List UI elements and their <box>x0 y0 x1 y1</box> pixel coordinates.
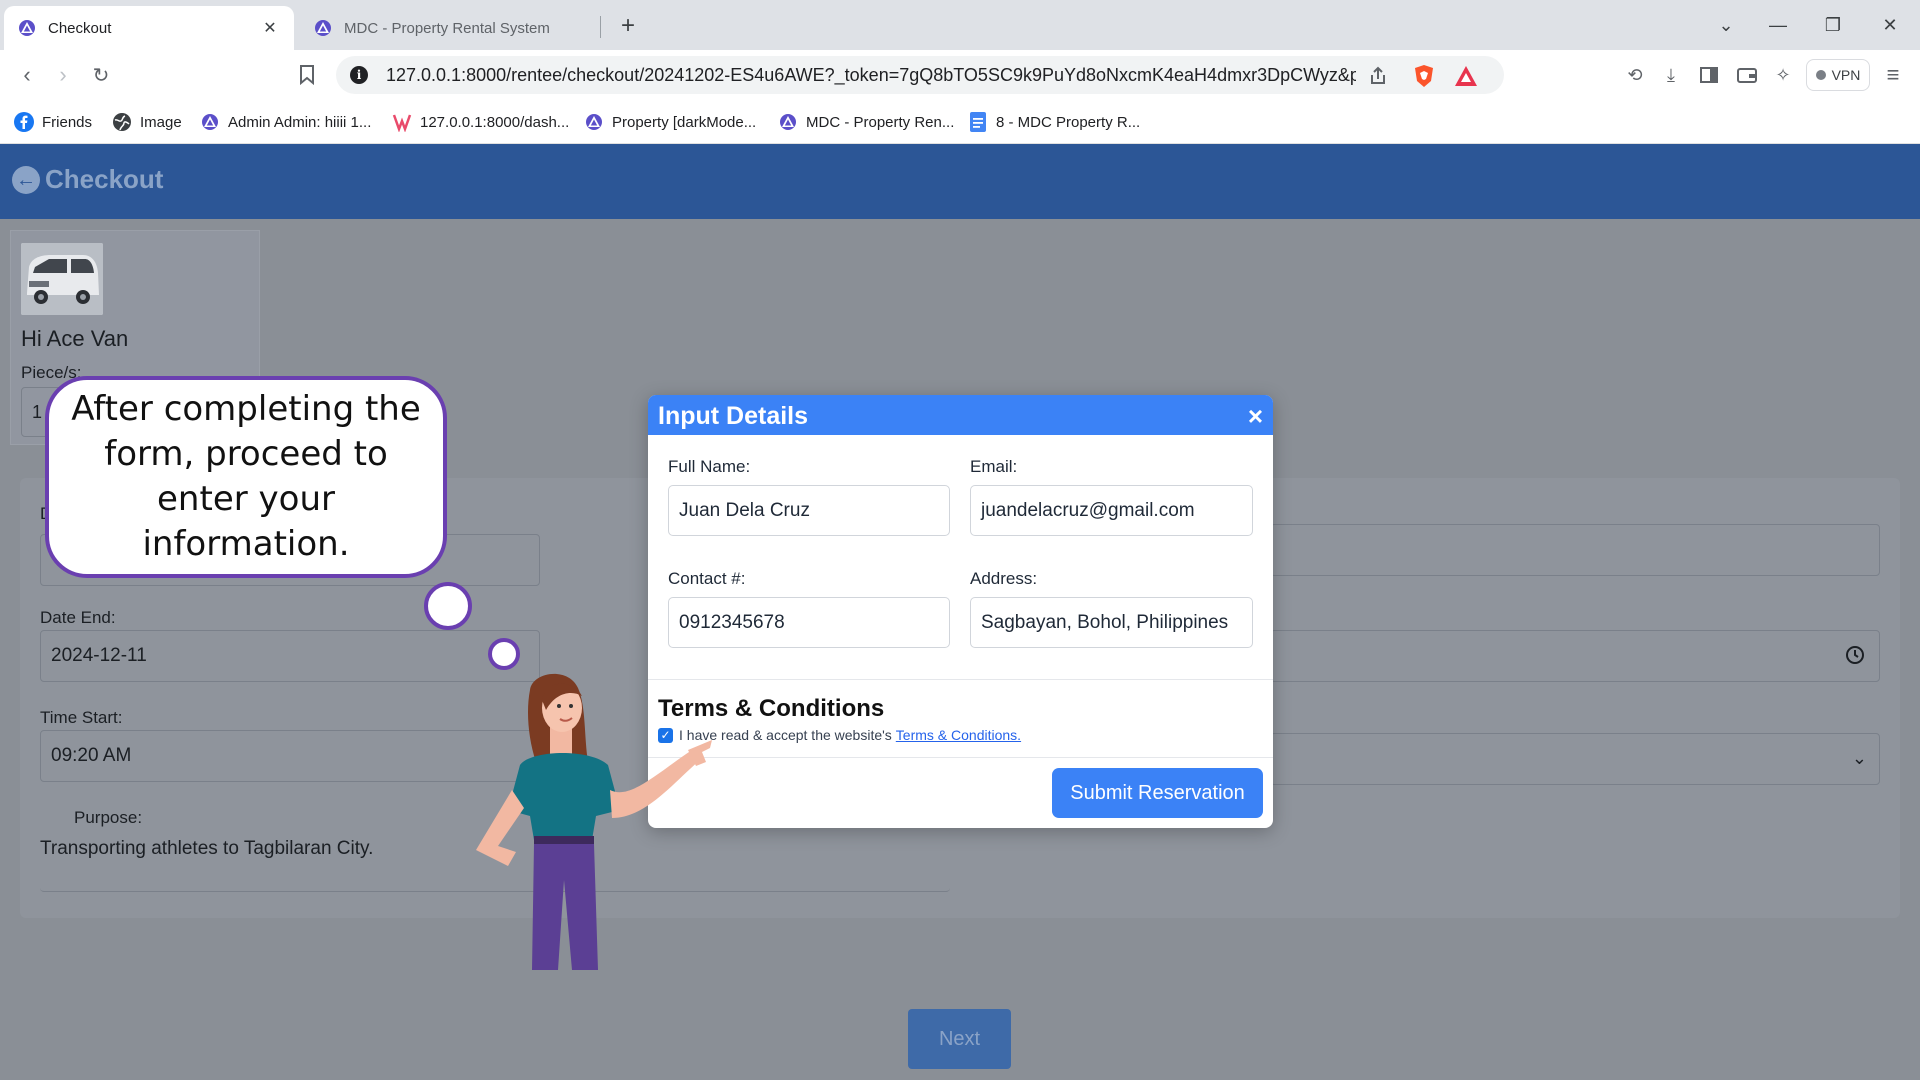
address-bar[interactable]: i 127.0.0.1:8000/rentee/checkout/2024120… <box>336 56 1504 94</box>
facebook-icon <box>14 112 34 132</box>
time-end-input[interactable] <box>1270 630 1880 682</box>
bookmark-property-darkmode[interactable]: Property [darkMode... <box>584 110 756 134</box>
input-details-modal: Input Details × Full Name: Juan Dela Cru… <box>648 395 1273 828</box>
full-name-label: Full Name: <box>668 457 751 476</box>
tab-mdc-property[interactable]: MDC - Property Rental System <box>300 6 600 50</box>
address-input[interactable]: Sagbayan, Bohol, Philippines <box>970 597 1253 648</box>
page-header: ← Checkout <box>0 144 1920 219</box>
bookmark-label: 8 - MDC Property R... <box>996 113 1141 131</box>
url-text[interactable]: 127.0.0.1:8000/rentee/checkout/20241202-… <box>386 65 1356 86</box>
vpn-label: VPN <box>1831 67 1861 83</box>
new-tab-plus-icon[interactable]: + <box>612 10 644 42</box>
close-icon[interactable]: × <box>1248 401 1263 432</box>
chevron-down-icon: ⌄ <box>1851 748 1867 768</box>
back-icon[interactable]: ‹ <box>12 60 42 90</box>
restore-icon[interactable]: ❐ <box>1815 8 1851 42</box>
mdc-logo-icon <box>584 112 604 132</box>
bookmark-label: Image <box>140 113 182 131</box>
select-field[interactable]: ⌄ <box>1270 733 1880 785</box>
brave-shield-icon[interactable] <box>1412 64 1436 88</box>
contact-label: Contact #: <box>668 569 746 588</box>
bookmark-friends[interactable]: Friends <box>14 110 92 134</box>
share-icon[interactable] <box>1366 64 1390 88</box>
browser-toolbar: ‹ › ↻ i 127.0.0.1:8000/rentee/checkout/2… <box>0 50 1920 100</box>
bookmark-label: Property [darkMode... <box>612 113 757 131</box>
page-title: Checkout <box>45 164 164 194</box>
contact-input[interactable]: 0912345678 <box>668 597 950 648</box>
time-start-label: Time Start: <box>40 708 123 727</box>
back-arrow-icon[interactable]: ← <box>12 166 40 194</box>
close-window-icon[interactable]: ✕ <box>1872 8 1908 42</box>
minimize-icon[interactable]: — <box>1760 8 1796 42</box>
brave-rewards-icon[interactable] <box>1454 64 1478 88</box>
bookmark-label: Admin Admin: hiiii 1... <box>228 113 372 131</box>
docs-icon <box>968 112 988 132</box>
right-field-1[interactable] <box>1270 524 1880 576</box>
wallet-icon[interactable] <box>1734 62 1760 88</box>
modal-divider <box>648 757 1273 758</box>
clock-icon[interactable] <box>1845 645 1865 670</box>
tutorial-character-illustration <box>476 673 712 970</box>
sidebar-icon[interactable] <box>1696 62 1722 88</box>
site-info-icon[interactable]: i <box>350 66 368 84</box>
vpn-status-dot-icon <box>1815 70 1826 80</box>
tab-checkout[interactable]: Checkout ✕ <box>4 6 294 50</box>
purpose-label: Purpose: <box>74 808 143 827</box>
modal-title: Input Details <box>658 402 809 430</box>
vpn-button[interactable]: VPN <box>1806 59 1870 91</box>
date-end-label: Date End: <box>40 608 116 627</box>
mdc-logo-icon <box>200 112 220 132</box>
browser-tab-bar: Checkout ✕ MDC - Property Rental System … <box>0 0 1920 50</box>
mdc-logo-icon <box>778 112 798 132</box>
address-label: Address: <box>970 569 1038 588</box>
bookmark-image[interactable]: Image <box>112 110 182 134</box>
full-name-input[interactable]: Juan Dela Cruz <box>668 485 950 536</box>
tab-search-chevron-icon[interactable]: ⌄ <box>1708 8 1744 42</box>
terms-link[interactable]: Terms & Conditions. <box>896 727 1021 743</box>
bookmark-dashboard[interactable]: 127.0.0.1:8000/dash... <box>392 110 569 134</box>
bookmark-label: Friends <box>42 113 93 131</box>
bookmark-logo-icon <box>392 112 412 132</box>
thought-dot-small <box>488 638 520 670</box>
download-icon[interactable]: ⤓ <box>1658 62 1684 88</box>
globe-icon <box>112 112 132 132</box>
reload-icon[interactable]: ↻ <box>86 60 116 90</box>
bookmark-page-icon[interactable] <box>292 60 322 90</box>
mdc-logo-icon <box>315 20 331 36</box>
modal-header: Input Details × <box>648 395 1273 435</box>
bookmark-mdc-property-rental[interactable]: MDC - Property Ren... <box>778 110 954 134</box>
tutorial-speech-bubble: After completing the form, proceed to en… <box>45 376 447 578</box>
menu-hamburger-icon[interactable]: ≡ <box>1880 62 1906 88</box>
modal-divider <box>648 679 1273 680</box>
close-tab-icon[interactable]: ✕ <box>260 18 280 38</box>
email-label: Email: <box>970 457 1018 476</box>
forward-icon[interactable]: › <box>48 60 78 90</box>
tab-label: MDC - Property Rental System <box>344 19 550 37</box>
next-button[interactable]: Next <box>908 1009 1011 1069</box>
bookmark-admin[interactable]: Admin Admin: hiiii 1... <box>200 110 371 134</box>
bookmarks-bar: Friends Image Admin Admin: hiiii 1... 12… <box>0 100 1920 144</box>
tab-label: Checkout <box>48 19 112 37</box>
bookmark-mdc-doc[interactable]: 8 - MDC Property R... <box>968 110 1140 134</box>
submit-reservation-button[interactable]: Submit Reservation <box>1052 768 1263 818</box>
thought-dot-large <box>424 582 472 630</box>
bookmark-label: MDC - Property Ren... <box>806 113 955 131</box>
ai-sparkle-icon[interactable]: ✧ <box>1770 62 1796 88</box>
leo-icon[interactable]: ⟲ <box>1622 62 1648 88</box>
tab-separator <box>600 16 601 38</box>
mdc-logo-icon <box>19 20 35 36</box>
product-name: Hi Ace Van <box>21 326 129 351</box>
bookmark-label: 127.0.0.1:8000/dash... <box>420 113 570 131</box>
van-image <box>21 243 103 315</box>
email-input[interactable]: juandelacruz@gmail.com <box>970 485 1253 536</box>
